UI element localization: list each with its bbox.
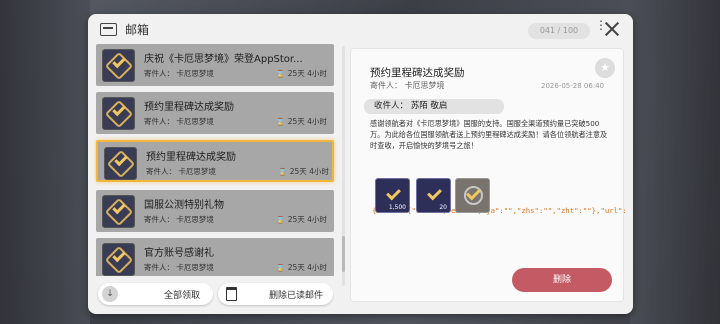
mail-item-title: 庆祝《卡厄思梦境》荣登AppStor... (144, 54, 303, 65)
mail-item-sender: 寄件人： 卡厄思梦境 (146, 167, 216, 176)
mail-item-selected[interactable]: 预约里程碑达成奖励 寄件人： 卡厄思梦境 ⌛ 25天 4小时 (96, 140, 334, 182)
mail-item-title: 国服公测特别礼物 (144, 200, 224, 211)
mail-item-time: ⌛ 25天 4小时 (278, 167, 329, 176)
mail-icon (100, 23, 117, 36)
delete-read-button[interactable]: 删除已读邮件 (218, 283, 333, 305)
hourglass-icon: ⌛ (276, 264, 285, 272)
scrollbar-thumb[interactable] (342, 236, 345, 272)
reward-icon (386, 185, 401, 201)
hourglass-icon: ⌛ (276, 216, 285, 224)
mail-counter: 041 / 100 (528, 23, 590, 39)
detail-date: 2026-05-28 06:40 (541, 82, 605, 90)
mail-thumbnail (102, 97, 135, 130)
panel-title: 邮箱 (125, 23, 150, 37)
mail-item-time: ⌛ 25天 4小时 (276, 263, 327, 272)
detail-body: 感谢领航者对《卡厄思梦境》国服的支持。国服全渠道预约量已突破500万。为此给各位… (370, 119, 608, 150)
mail-item-sender: 寄件人： 卡厄思梦境 (144, 117, 214, 126)
hourglass-icon: ⌛ (276, 118, 285, 126)
reward-qty: 20 (439, 204, 447, 211)
collect-all-label: 全部领取 (164, 291, 201, 301)
mail-item-time: ⌛ 25天 4小时 (276, 117, 327, 126)
raw-json-text: {"name":{"ko":"","en":"","ja":"","zhs":"… (372, 206, 626, 215)
more-icon[interactable]: ⋮ (595, 19, 607, 38)
mail-item-time: ⌛ 25天 4小时 (276, 215, 327, 224)
mail-thumbnail (102, 195, 135, 228)
mail-item-sender: 寄件人： 卡厄思梦境 (144, 263, 214, 272)
reward-qty: 1,500 (388, 204, 406, 211)
mail-thumbnail (104, 147, 137, 180)
mail-item-title: 预约里程碑达成奖励 (144, 102, 234, 113)
hourglass-icon: ⌛ (278, 168, 287, 176)
mail-item-sender: 寄件人： 卡厄思梦境 (144, 69, 214, 78)
recipient-label: 收件人： 苏陌 敬启 (364, 99, 504, 114)
mail-item[interactable]: 庆祝《卡厄思梦境》荣登AppStor... 寄件人： 卡厄思梦境 ⌛ 25天 4小… (96, 44, 334, 86)
reward-icon (427, 185, 442, 201)
delete-button[interactable]: 删除 (512, 268, 612, 292)
detail-sender: 寄件人： 卡厄思梦境 (370, 81, 445, 90)
detail-title: 预约里程碑达成奖励 (370, 67, 465, 79)
mail-list[interactable]: 庆祝《卡厄思梦境》荣登AppStor... 寄件人： 卡厄思梦境 ⌛ 25天 4小… (94, 44, 338, 276)
hourglass-icon: ⌛ (276, 70, 285, 78)
reward-item[interactable]: 20 (416, 178, 451, 213)
mail-item-title: 官方账号感谢礼 (144, 248, 214, 259)
background-right (630, 0, 720, 324)
mail-item-sender: 寄件人： 卡厄思梦境 (144, 215, 214, 224)
mail-item-time: ⌛ 25天 4小时 (276, 69, 327, 78)
mail-detail: 预约里程碑达成奖励 寄件人： 卡厄思梦境 ★ 2026-05-28 06:40 … (350, 48, 624, 302)
collect-all-button[interactable]: ↓ 全部领取 (98, 283, 213, 305)
delete-read-label: 删除已读邮件 (269, 291, 324, 301)
mail-thumbnail (102, 49, 135, 82)
mail-item[interactable]: 官方账号感谢礼 寄件人： 卡厄思梦境 ⌛ 25天 4小时 (96, 238, 334, 276)
panel-header: 邮箱 041 / 100 ⋮ (88, 14, 633, 46)
mail-thumbnail (102, 243, 135, 276)
close-icon[interactable] (603, 20, 621, 38)
star-icon[interactable]: ★ (595, 58, 615, 78)
mail-list-scrollbar[interactable] (342, 46, 345, 286)
background-left (0, 0, 90, 324)
trash-icon (226, 287, 237, 301)
reward-item[interactable] (455, 178, 490, 213)
mail-item-title: 预约里程碑达成奖励 (146, 152, 236, 163)
reward-item[interactable]: 1,500 (375, 178, 410, 213)
mail-item[interactable]: 预约里程碑达成奖励 寄件人： 卡厄思梦境 ⌛ 25天 4小时 (96, 92, 334, 134)
mail-item[interactable]: 国服公测特别礼物 寄件人： 卡厄思梦境 ⌛ 25天 4小时 (96, 190, 334, 232)
download-icon: ↓ (102, 286, 118, 302)
